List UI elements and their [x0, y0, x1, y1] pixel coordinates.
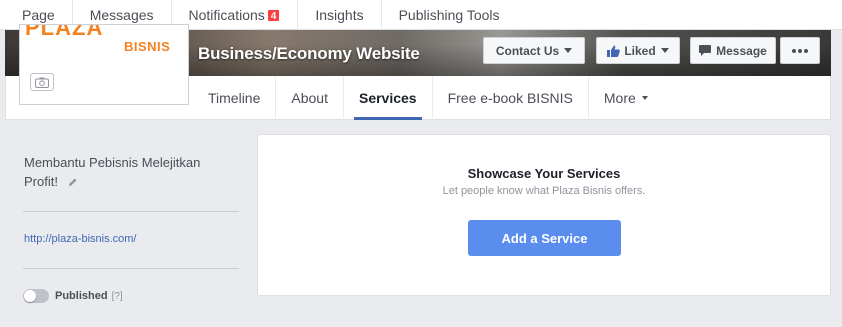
- services-title: Showcase Your Services: [467, 166, 621, 181]
- tab-timeline[interactable]: Timeline: [193, 76, 277, 120]
- profile-picture[interactable]: PLAZA BISNIS: [19, 24, 189, 105]
- published-toggle[interactable]: [23, 289, 49, 303]
- page-name: Business/Economy Website: [198, 44, 420, 63]
- published-row: Published [?]: [23, 289, 123, 303]
- admin-tab-label: Insights: [315, 7, 364, 23]
- more-dots-icon: [792, 48, 808, 53]
- update-photo-button[interactable]: [30, 73, 54, 91]
- liked-button[interactable]: Liked: [596, 37, 680, 64]
- admin-tab-publishing-tools[interactable]: Publishing Tools: [382, 0, 517, 30]
- message-label: Message: [716, 43, 767, 58]
- about-description: Membantu Pebisnis Melejitkan Profit!: [24, 155, 201, 189]
- tab-label: Free e-book BISNIS: [447, 90, 573, 106]
- chevron-down-icon: [641, 96, 648, 100]
- services-card: Showcase Your Services Let people know w…: [257, 134, 831, 296]
- website-link[interactable]: http://plaza-bisnis.com/: [24, 233, 137, 245]
- logo-text: PLAZA: [25, 25, 103, 37]
- page-nav-tabs: Timeline About Services Free e-book BISN…: [193, 76, 663, 120]
- contact-us-button[interactable]: Contact Us: [483, 37, 585, 64]
- published-label: Published: [55, 290, 108, 302]
- contact-us-label: Contact Us: [495, 43, 560, 58]
- admin-tab-notifications[interactable]: Notifications 4: [172, 0, 299, 30]
- admin-tab-label: Notifications: [188, 7, 265, 23]
- tab-label: Services: [358, 90, 417, 106]
- admin-tab-label: Page: [22, 7, 55, 23]
- more-options-button[interactable]: [780, 37, 820, 64]
- tab-label: Timeline: [208, 90, 261, 106]
- logo-subtext: BISNIS: [124, 39, 171, 54]
- chevron-down-icon: [564, 48, 573, 53]
- camera-icon: [35, 77, 49, 88]
- page-about-text: Membantu Pebisnis Melejitkan Profit!: [24, 153, 234, 191]
- chevron-down-icon: [660, 48, 669, 53]
- tab-more[interactable]: More: [589, 76, 663, 120]
- sidebar-divider: [23, 268, 239, 269]
- services-description: Let people know what Plaza Bisnis offers…: [442, 185, 646, 197]
- notifications-badge: 4: [266, 8, 281, 22]
- help-link[interactable]: [?]: [112, 291, 123, 302]
- thumbs-up-icon: [607, 45, 621, 57]
- admin-tab-insights[interactable]: Insights: [298, 0, 382, 30]
- admin-tab-label: Publishing Tools: [398, 7, 500, 23]
- liked-label: Liked: [624, 43, 656, 58]
- logo-top: PLAZA: [20, 25, 188, 37]
- tab-label: About: [291, 90, 328, 106]
- tab-about[interactable]: About: [276, 76, 344, 120]
- message-button[interactable]: Message: [690, 37, 776, 64]
- sidebar-divider: [23, 211, 239, 212]
- tab-services[interactable]: Services: [344, 76, 433, 120]
- tab-free-ebook[interactable]: Free e-book BISNIS: [433, 76, 589, 120]
- add-service-button[interactable]: Add a Service: [468, 220, 621, 256]
- tab-label: More: [603, 90, 636, 106]
- admin-tab-label: Messages: [89, 7, 154, 23]
- pencil-icon[interactable]: [68, 177, 78, 187]
- message-icon: [699, 45, 712, 56]
